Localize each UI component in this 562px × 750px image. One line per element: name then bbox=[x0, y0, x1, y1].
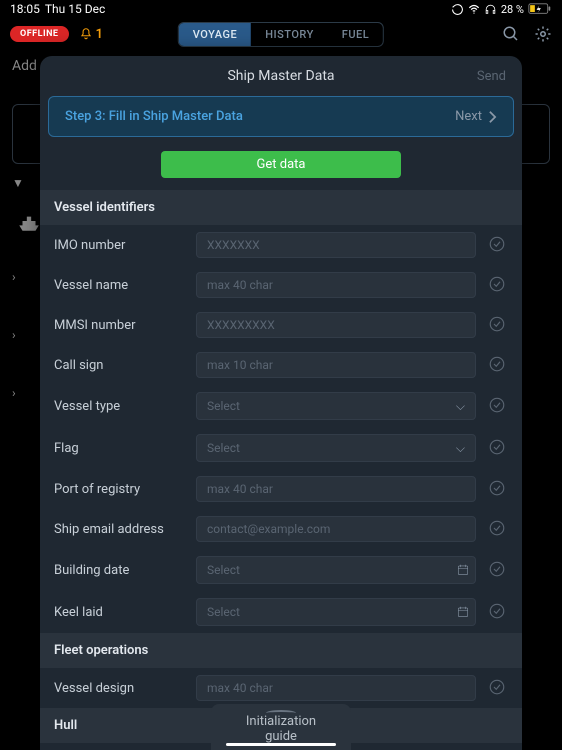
ship-icon bbox=[16, 208, 42, 234]
label-vessel-type: Vessel type bbox=[54, 399, 184, 414]
label-building-date: Building date bbox=[54, 563, 184, 578]
headphones-icon bbox=[484, 3, 497, 16]
check-icon bbox=[488, 479, 508, 499]
step-label: Step 3: Fill in Ship Master Data bbox=[65, 109, 243, 124]
field-email: Ship email address bbox=[40, 509, 522, 549]
main-tabs: VOYAGE HISTORY FUEL bbox=[178, 22, 384, 47]
battery-percent: 28 % bbox=[501, 3, 524, 16]
search-icon[interactable] bbox=[502, 25, 520, 43]
top-bar: OFFLINE 1 VOYAGE HISTORY FUEL bbox=[0, 18, 562, 50]
field-imo-number: IMO number bbox=[40, 225, 522, 265]
chevron-right-icon bbox=[488, 110, 497, 124]
tab-history[interactable]: HISTORY bbox=[251, 23, 328, 46]
check-icon bbox=[488, 560, 508, 580]
status-bar: 18:05 Thu 15 Dec 28 % bbox=[0, 0, 562, 18]
status-indicators bbox=[451, 2, 497, 16]
next-button[interactable]: Next bbox=[455, 109, 497, 124]
label-imo: IMO number bbox=[54, 238, 184, 253]
date-keel-laid[interactable]: Select bbox=[196, 598, 454, 626]
input-port[interactable] bbox=[196, 476, 476, 502]
field-keel-laid: Keel laid Select bbox=[40, 591, 522, 633]
label-callsign: Call sign bbox=[54, 358, 184, 373]
label-vessel-design: Vessel design bbox=[54, 681, 184, 696]
check-icon bbox=[488, 275, 508, 295]
select-vessel-type[interactable]: Select⌵ bbox=[196, 392, 476, 420]
date-building-date[interactable]: Select bbox=[196, 556, 454, 584]
home-indicator[interactable] bbox=[226, 743, 336, 746]
field-flag: Flag Select⌵ bbox=[40, 427, 522, 469]
label-mmsi: MMSI number bbox=[54, 318, 184, 333]
sync-icon bbox=[451, 3, 464, 16]
input-vessel-design[interactable] bbox=[196, 675, 476, 701]
check-icon bbox=[488, 235, 508, 255]
check-icon bbox=[488, 602, 508, 622]
modal-title: Ship Master Data bbox=[227, 68, 334, 84]
get-data-button[interactable]: Get data bbox=[161, 151, 401, 178]
calendar-icon[interactable] bbox=[450, 598, 476, 626]
field-callsign: Call sign bbox=[40, 345, 522, 385]
field-vessel-type: Vessel type Select⌵ bbox=[40, 385, 522, 427]
check-icon bbox=[488, 355, 508, 375]
ship-master-modal: Ship Master Data Send Step 3: Fill in Sh… bbox=[40, 56, 522, 750]
input-mmsi[interactable] bbox=[196, 312, 476, 338]
input-email[interactable] bbox=[196, 516, 476, 542]
chevron-down-icon: ⌵ bbox=[456, 399, 465, 414]
modal-header: Ship Master Data Send bbox=[40, 56, 522, 96]
notification-bell[interactable]: 1 bbox=[79, 27, 103, 42]
field-vessel-name: Vessel name bbox=[40, 265, 522, 305]
status-date: Thu 15 Dec bbox=[45, 2, 105, 16]
wifi-icon bbox=[467, 2, 481, 16]
input-callsign[interactable] bbox=[196, 352, 476, 378]
calendar-icon[interactable] bbox=[450, 556, 476, 584]
check-icon bbox=[488, 315, 508, 335]
label-vessel-name: Vessel name bbox=[54, 278, 184, 293]
select-flag[interactable]: Select⌵ bbox=[196, 434, 476, 462]
chevron-down-icon: ⌵ bbox=[456, 441, 465, 456]
input-vessel-name[interactable] bbox=[196, 272, 476, 298]
modal-body[interactable]: Vessel identifiers IMO number Vessel nam… bbox=[40, 190, 522, 750]
field-port-registry: Port of registry bbox=[40, 469, 522, 509]
tab-voyage[interactable]: VOYAGE bbox=[179, 23, 251, 46]
battery-icon bbox=[528, 3, 552, 15]
check-icon bbox=[488, 396, 508, 416]
section-fleet-operations: Fleet operations bbox=[40, 633, 522, 668]
step-bar[interactable]: Step 3: Fill in Ship Master Data Next bbox=[48, 96, 514, 137]
status-time: 18:05 bbox=[10, 2, 40, 16]
check-icon bbox=[488, 519, 508, 539]
notif-count: 1 bbox=[96, 27, 103, 42]
gear-icon[interactable] bbox=[534, 25, 552, 43]
field-mmsi: MMSI number bbox=[40, 305, 522, 345]
section-vessel-identifiers: Vessel identifiers bbox=[40, 190, 522, 225]
tab-fuel[interactable]: FUEL bbox=[328, 23, 383, 46]
label-email: Ship email address bbox=[54, 522, 184, 537]
offline-badge: OFFLINE bbox=[10, 26, 69, 42]
input-imo[interactable] bbox=[196, 232, 476, 258]
bell-icon bbox=[79, 27, 93, 41]
field-vessel-design: Vessel design bbox=[40, 668, 522, 708]
label-keel-laid: Keel laid bbox=[54, 605, 184, 620]
label-port: Port of registry bbox=[54, 482, 184, 497]
send-button[interactable]: Send bbox=[477, 69, 506, 84]
field-building-date: Building date Select bbox=[40, 549, 522, 591]
check-icon bbox=[488, 678, 508, 698]
check-icon bbox=[488, 438, 508, 458]
label-flag: Flag bbox=[54, 441, 184, 456]
